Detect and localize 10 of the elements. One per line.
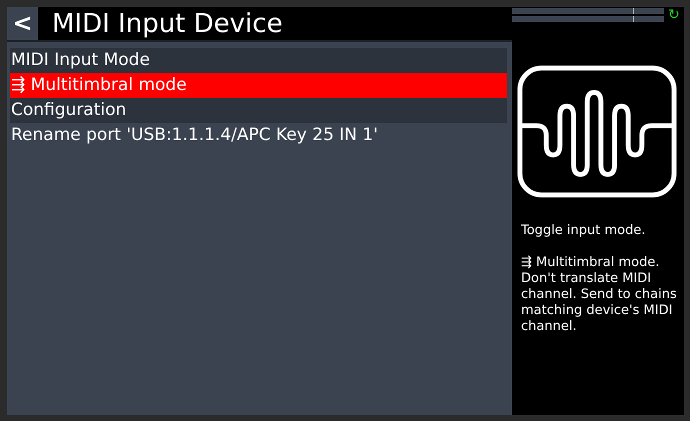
waveform-icon [517,65,677,198]
back-button[interactable]: < [7,7,38,40]
help-text: ⇶ Multitimbral mode. Don't translate MIDI channel. Send to chains matching device's MIDI channel. [521,255,678,335]
menu-item[interactable]: Configuration [10,98,507,123]
window-title: MIDI Input Device [52,8,283,38]
menu-item[interactable]: ⇶ Multitimbral mode [10,73,507,98]
menu-item[interactable]: MIDI Input Mode [10,48,507,73]
help-text: Toggle input mode. [521,223,647,239]
menu-item[interactable]: Rename port 'USB:1.1.1.4/APC Key 25 IN 1' [10,123,507,148]
refresh-icon[interactable]: ↻ [668,7,680,23]
